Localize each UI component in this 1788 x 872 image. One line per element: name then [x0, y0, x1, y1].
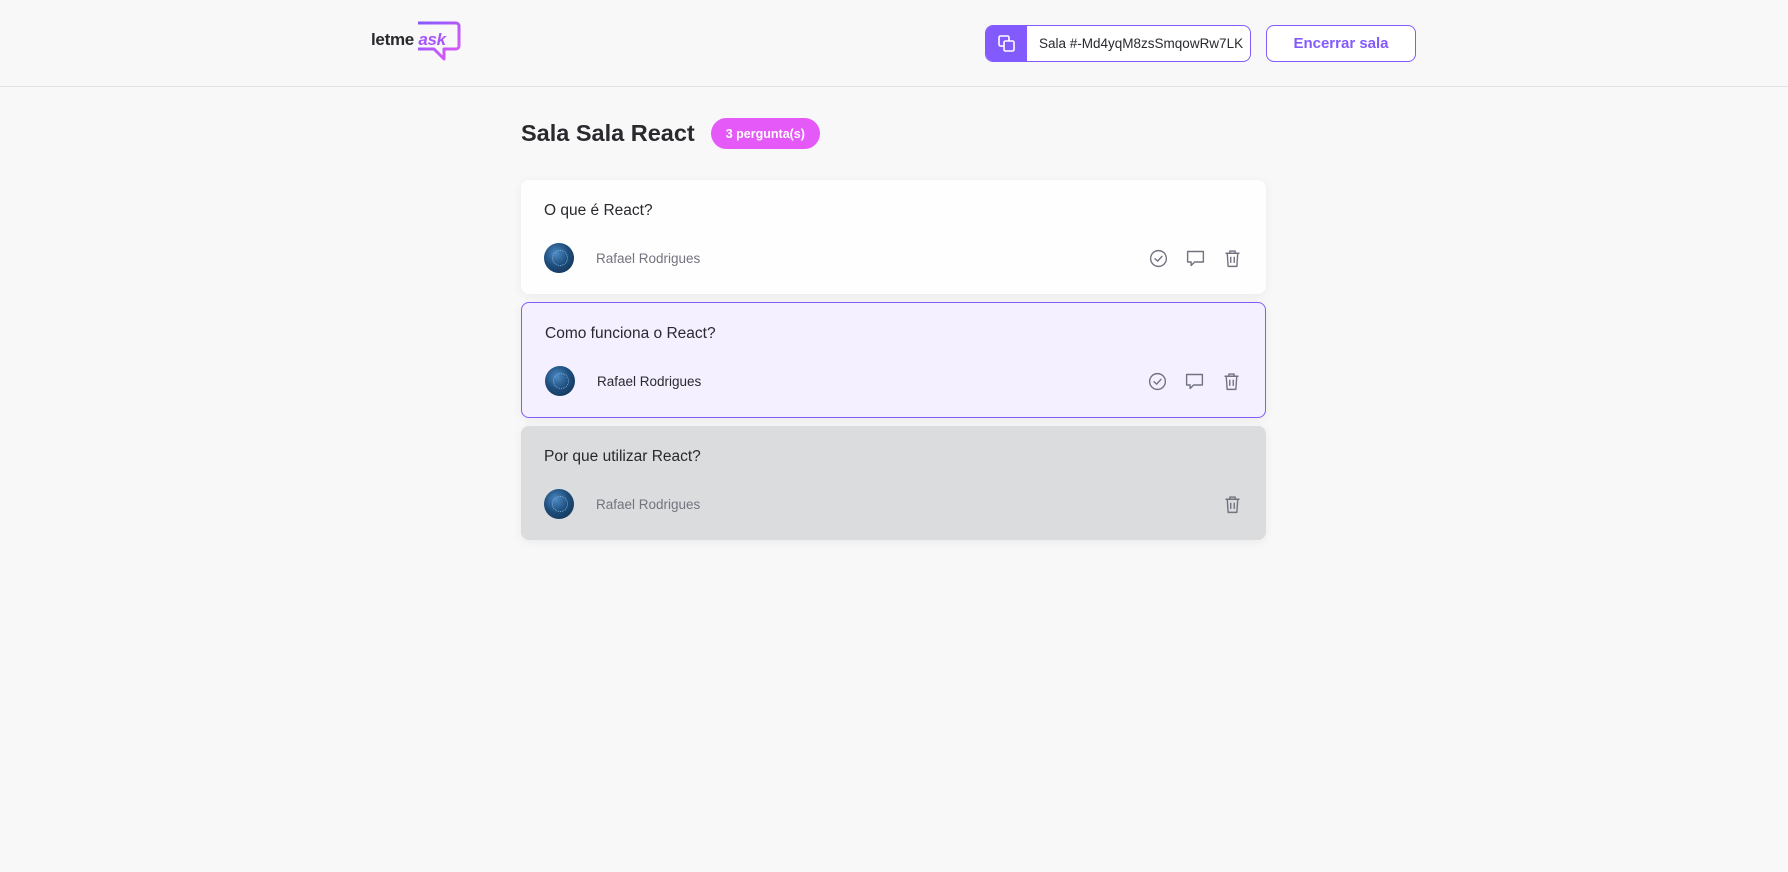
question-footer: Rafael Rodrigues [545, 365, 1243, 397]
question-author: Rafael Rodrigues [545, 366, 701, 396]
end-room-button[interactable]: Encerrar sala [1266, 25, 1416, 62]
chat-bubble-icon[interactable] [1184, 247, 1207, 270]
header: letme ask Sala #-Md4yqM8zsSmqowRw7LK Enc… [0, 0, 1788, 87]
room-title-row: Sala Sala React 3 pergunta(s) [521, 118, 820, 149]
question-card: O que é React? Rafael Rodrigues [521, 180, 1266, 294]
trash-icon[interactable] [1220, 370, 1243, 393]
check-circle-icon[interactable] [1147, 247, 1170, 270]
logo-text: letme ask [371, 30, 446, 49]
avatar [544, 489, 574, 519]
author-name: Rafael Rodrigues [596, 496, 701, 512]
check-circle-icon[interactable] [1146, 370, 1169, 393]
avatar [545, 366, 575, 396]
room-code-text: Sala #-Md4yqM8zsSmqowRw7LK [1039, 36, 1244, 51]
question-actions [1147, 247, 1244, 270]
avatar [544, 243, 574, 273]
question-content: O que é React? [544, 202, 653, 219]
question-content: Como funciona o React? [545, 325, 716, 342]
question-author: Rafael Rodrigues [544, 243, 700, 273]
question-count-badge: 3 pergunta(s) [710, 118, 820, 149]
letmeask-logo: letme ask [371, 21, 461, 65]
question-author: Rafael Rodrigues [544, 489, 700, 519]
question-footer: Rafael Rodrigues [544, 242, 1244, 274]
question-actions [1221, 493, 1244, 516]
question-card-answered: Por que utilizar React? Rafael Rodrigues [521, 426, 1266, 540]
trash-icon[interactable] [1221, 247, 1244, 270]
question-content: Por que utilizar React? [544, 448, 701, 465]
question-footer: Rafael Rodrigues [544, 488, 1244, 520]
question-actions [1146, 370, 1243, 393]
author-name: Rafael Rodrigues [597, 373, 702, 389]
trash-icon[interactable] [1221, 493, 1244, 516]
copy-icon [986, 26, 1027, 61]
page-title: Sala Sala React [521, 120, 695, 146]
author-name: Rafael Rodrigues [596, 250, 701, 266]
room-code-button[interactable]: Sala #-Md4yqM8zsSmqowRw7LK [985, 25, 1251, 62]
question-card-highlighted: Como funciona o React? Rafael Rodrigues [521, 302, 1266, 418]
chat-bubble-icon[interactable] [1183, 370, 1206, 393]
